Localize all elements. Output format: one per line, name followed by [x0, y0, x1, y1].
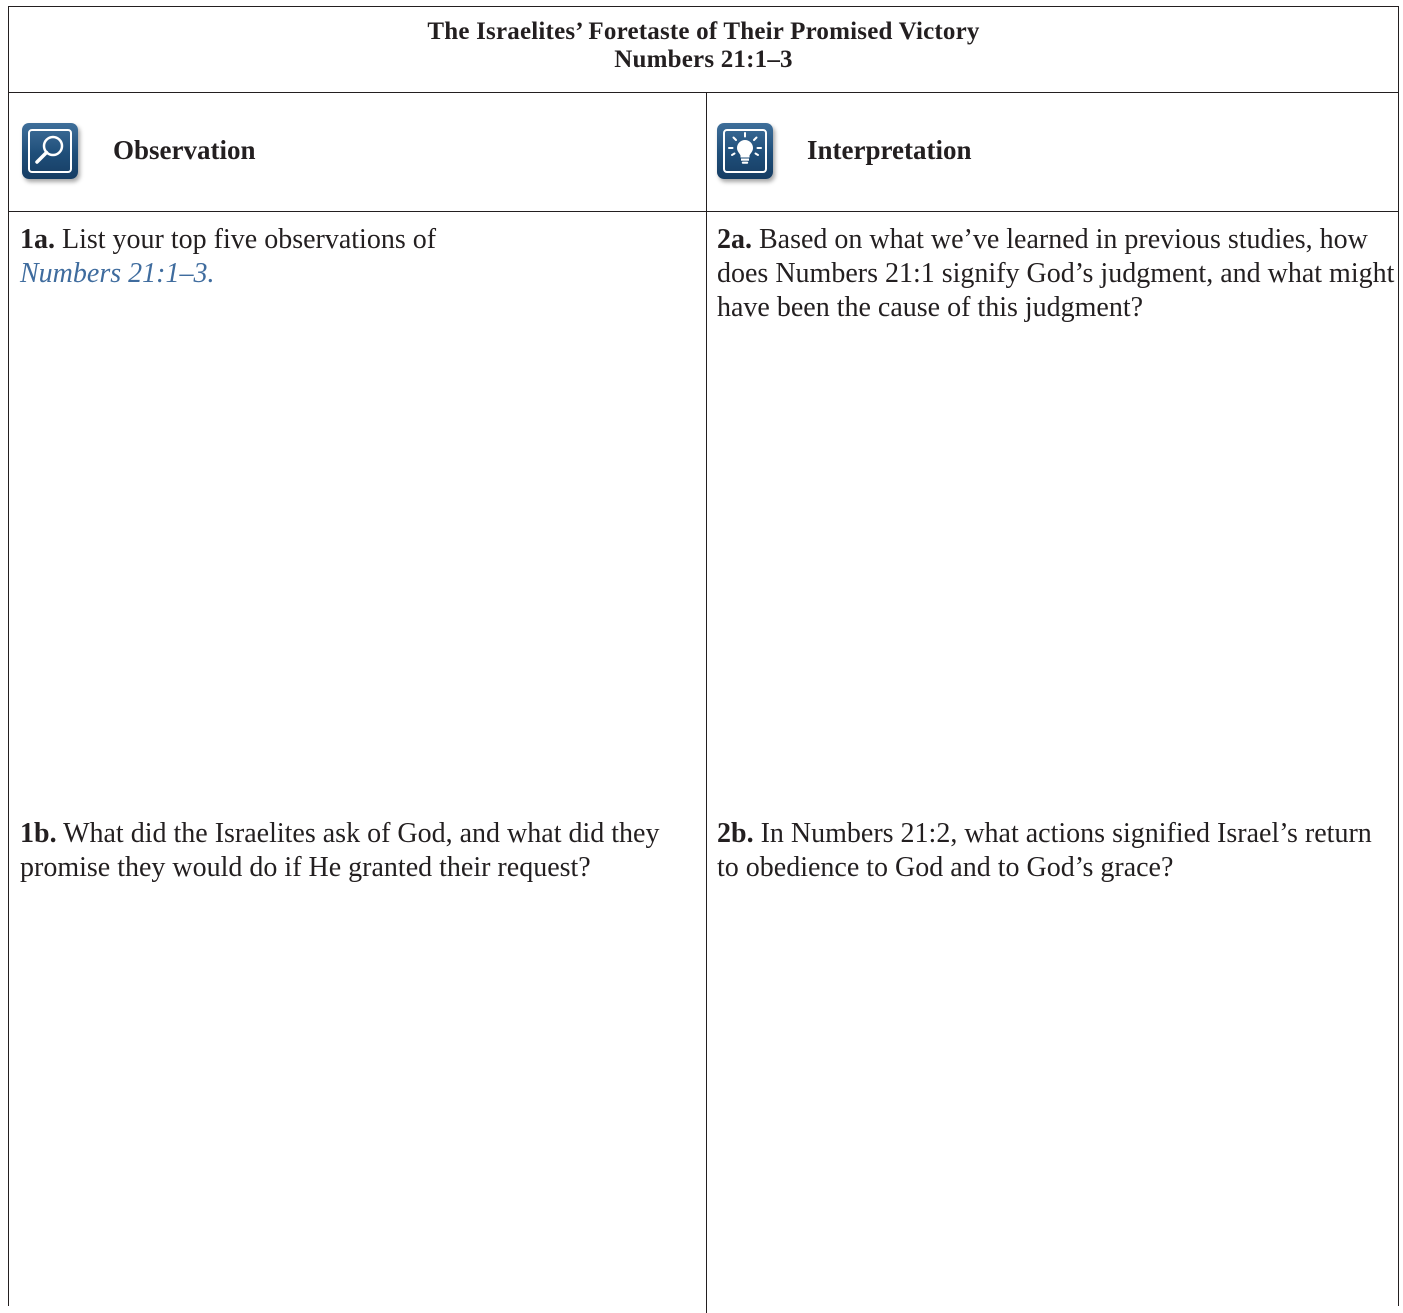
question-text: What did the Israelites ask of God, and …	[20, 818, 660, 883]
question-number: 2a.	[717, 224, 752, 255]
magnifying-glass-icon	[22, 123, 78, 179]
observation-label: Observation	[113, 135, 256, 165]
scripture-link[interactable]: Numbers 21:1–3	[20, 258, 207, 289]
interpretation-label: Interpretation	[807, 135, 972, 165]
study-table: The Israelites’ Foretaste of Their Promi…	[8, 6, 1399, 1313]
scripture-reference: Numbers 21:1–3	[614, 46, 793, 73]
interpretation-header: Interpretation	[707, 93, 1398, 211]
question-number: 1a.	[20, 224, 55, 255]
question-1b: 1b. What did the Israelites ask of God, …	[20, 817, 695, 885]
question-1a: 1a. List your top five observations of Nu…	[20, 223, 695, 291]
table-header: The Israelites’ Foretaste of Their Promi…	[9, 7, 1398, 93]
question-text: List your top five observations of	[55, 224, 437, 255]
observation-header: Observation	[9, 93, 706, 211]
lightbulb-icon	[717, 123, 773, 179]
question-text: In Numbers 21:2, what actions signified …	[717, 818, 1372, 883]
question-text-end: .	[207, 258, 215, 289]
question-text: Based on what we’ve learned in previous …	[717, 224, 1395, 323]
question-number: 2b.	[717, 818, 754, 849]
page-title: The Israelites’ Foretaste of Their Promi…	[427, 18, 980, 45]
question-number: 1b.	[20, 818, 57, 849]
header-row-divider	[9, 211, 1398, 212]
question-2a: 2a. Based on what we’ve learned in previ…	[717, 223, 1395, 325]
question-2b: 2b. In Numbers 21:2, what actions signif…	[717, 817, 1395, 885]
column-divider	[706, 93, 707, 1313]
